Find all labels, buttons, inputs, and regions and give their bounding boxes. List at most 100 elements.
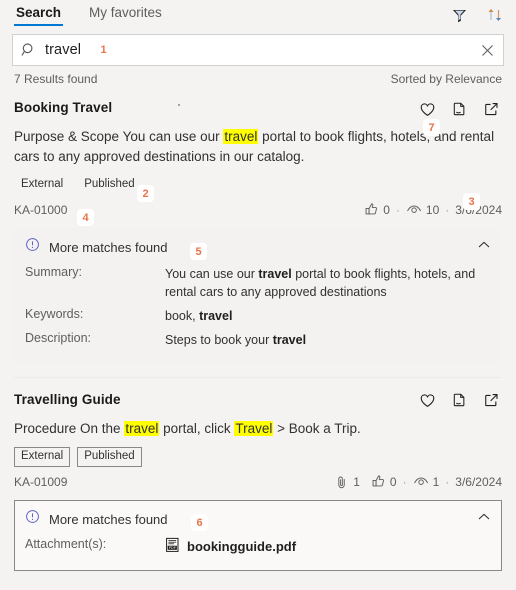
match-value-bold: travel: [272, 333, 307, 348]
tab-search-label: Search: [16, 5, 62, 20]
stat-separator: ·: [402, 475, 407, 490]
thumbs-up-icon: [371, 474, 386, 490]
heart-favorite-icon[interactable]: [416, 98, 438, 120]
result-footer: KA-01000 0 · 10 · 3/6/2024: [14, 202, 502, 218]
stat-separator: ·: [445, 475, 450, 490]
match-value-pre: Steps to book your: [165, 333, 273, 348]
filter-icon[interactable]: [448, 4, 470, 26]
results-count: 7 Results found: [14, 72, 98, 86]
likes-stat: 0: [371, 474, 397, 490]
tabbar-actions: [448, 4, 506, 26]
more-matches-panel: More matches found Summary: You can use …: [14, 228, 502, 363]
result-badges: External Published: [14, 175, 502, 195]
more-matches-panel: More matches found Attachment(s): PDF bo…: [14, 500, 502, 572]
match-value-pre: You can use our: [165, 267, 259, 282]
match-value: You can use our travel portal to book fl…: [165, 265, 491, 301]
result-actions: [416, 390, 502, 412]
result-date: 3/6/2024: [455, 475, 502, 490]
snippet-mid: portal, click: [159, 420, 235, 436]
likes-count: 0: [383, 203, 390, 218]
result-item: Booking Travel Purpose & Scope You can u…: [14, 86, 502, 363]
attachments-count: 1: [353, 475, 360, 490]
open-in-new-window-icon[interactable]: [480, 390, 502, 412]
open-in-new-window-icon[interactable]: [480, 98, 502, 120]
result-actions: [416, 98, 502, 120]
eye-views-icon: [406, 202, 422, 218]
attachment-row: Attachment(s): PDF bookingguide.pdf: [25, 537, 491, 558]
heart-favorite-icon[interactable]: [416, 390, 438, 412]
likes-stat: 0: [364, 202, 390, 218]
attachment-file-name[interactable]: bookingguide.pdf: [187, 538, 296, 557]
more-matches-title: More matches found: [49, 239, 168, 255]
result-badges: External Published: [14, 447, 502, 468]
magnifier-icon: [21, 42, 37, 58]
result-header: Booking Travel: [14, 100, 502, 120]
match-value: book, travel: [165, 307, 491, 325]
match-label: Keywords:: [25, 307, 84, 322]
snippet-pre: Purpose & Scope You can use our: [14, 129, 224, 144]
stat-separator: ·: [395, 203, 400, 218]
match-value-bold: travel: [258, 267, 292, 282]
badge-external: External: [21, 178, 64, 191]
artifact-dot: [178, 104, 180, 106]
tab-my-favorites[interactable]: My favorites: [87, 3, 164, 26]
result-snippet: Procedure On the travel portal, click Tr…: [14, 419, 502, 439]
snippet-pre: Procedure On the: [14, 420, 125, 436]
result-stats: 0 · 10 · 3/6/2024: [364, 202, 502, 218]
more-matches-header[interactable]: More matches found: [15, 501, 501, 537]
likes-count: 0: [389, 475, 397, 490]
result-snippet: Purpose & Scope You can use our travel p…: [14, 127, 502, 166]
more-matches-body: Summary: You can use our travel portal t…: [15, 265, 501, 362]
info-circle-icon: [25, 237, 40, 257]
sort-ascending-descending-icon[interactable]: [484, 4, 506, 26]
match-value: Steps to book your travel: [165, 331, 491, 349]
more-matches-title: More matches found: [49, 511, 168, 527]
result-title[interactable]: Travelling Guide: [14, 392, 121, 407]
chevron-up-icon[interactable]: [477, 510, 491, 529]
sorted-by-label[interactable]: Sorted by Relevance: [391, 72, 502, 86]
thumbs-up-icon: [364, 202, 379, 218]
result-ka-id: KA-01009: [14, 475, 68, 490]
pdf-file-icon: PDF: [165, 537, 180, 558]
stat-separator: ·: [445, 203, 450, 218]
more-matches-body: Attachment(s): PDF bookingguide.pdf: [15, 537, 501, 570]
search-box[interactable]: [12, 34, 504, 66]
result-date: 3/6/2024: [455, 203, 502, 218]
match-row: Keywords: book, travel: [25, 307, 491, 325]
chevron-up-icon[interactable]: [477, 238, 491, 257]
more-matches-header[interactable]: More matches found: [15, 229, 501, 265]
clear-x-icon[interactable]: [480, 43, 495, 58]
match-row: Summary: You can use our travel portal t…: [25, 265, 491, 301]
results-meta-row: 7 Results found Sorted by Relevance: [0, 66, 516, 86]
result-ka-id: KA-01000: [14, 203, 68, 218]
badge-published: Published: [84, 178, 135, 191]
search-results-app: Search My favorites travel 7 Results fou…: [0, 0, 516, 590]
search-input[interactable]: [45, 42, 480, 58]
result-item: Travelling Guide Procedure On the travel…: [14, 378, 502, 572]
snippet-highlight: travel: [223, 129, 259, 144]
tab-my-favorites-label: My favorites: [89, 5, 162, 20]
attachments-stat: 1: [335, 475, 360, 490]
views-count: 1: [432, 475, 440, 490]
snippet-post: > Book a Trip.: [273, 420, 361, 436]
snippet-highlight: travel: [124, 420, 160, 436]
attachment-label: Attachment(s):: [25, 537, 107, 552]
copy-document-icon[interactable]: [448, 98, 470, 120]
eye-views-icon: [413, 474, 429, 490]
result-title[interactable]: Booking Travel: [14, 100, 112, 115]
attachment-value: PDF bookingguide.pdf: [165, 537, 491, 558]
match-label: Description:: [25, 331, 91, 346]
badge-external: External: [14, 447, 71, 468]
snippet-highlight-2: Travel: [234, 420, 274, 436]
views-stat: 10: [406, 202, 439, 218]
badge-published: Published: [77, 447, 142, 468]
result-stats: 1 0 · 1 · 3/6/2024: [335, 474, 502, 490]
copy-document-icon[interactable]: [448, 390, 470, 412]
match-row: Description: Steps to book your travel: [25, 331, 491, 349]
paperclip-icon: [335, 475, 349, 490]
views-count: 10: [425, 203, 440, 218]
svg-text:PDF: PDF: [169, 546, 177, 550]
tab-search[interactable]: Search: [14, 3, 64, 26]
match-value-bold: travel: [199, 309, 233, 324]
tabbar: Search My favorites: [0, 0, 516, 30]
